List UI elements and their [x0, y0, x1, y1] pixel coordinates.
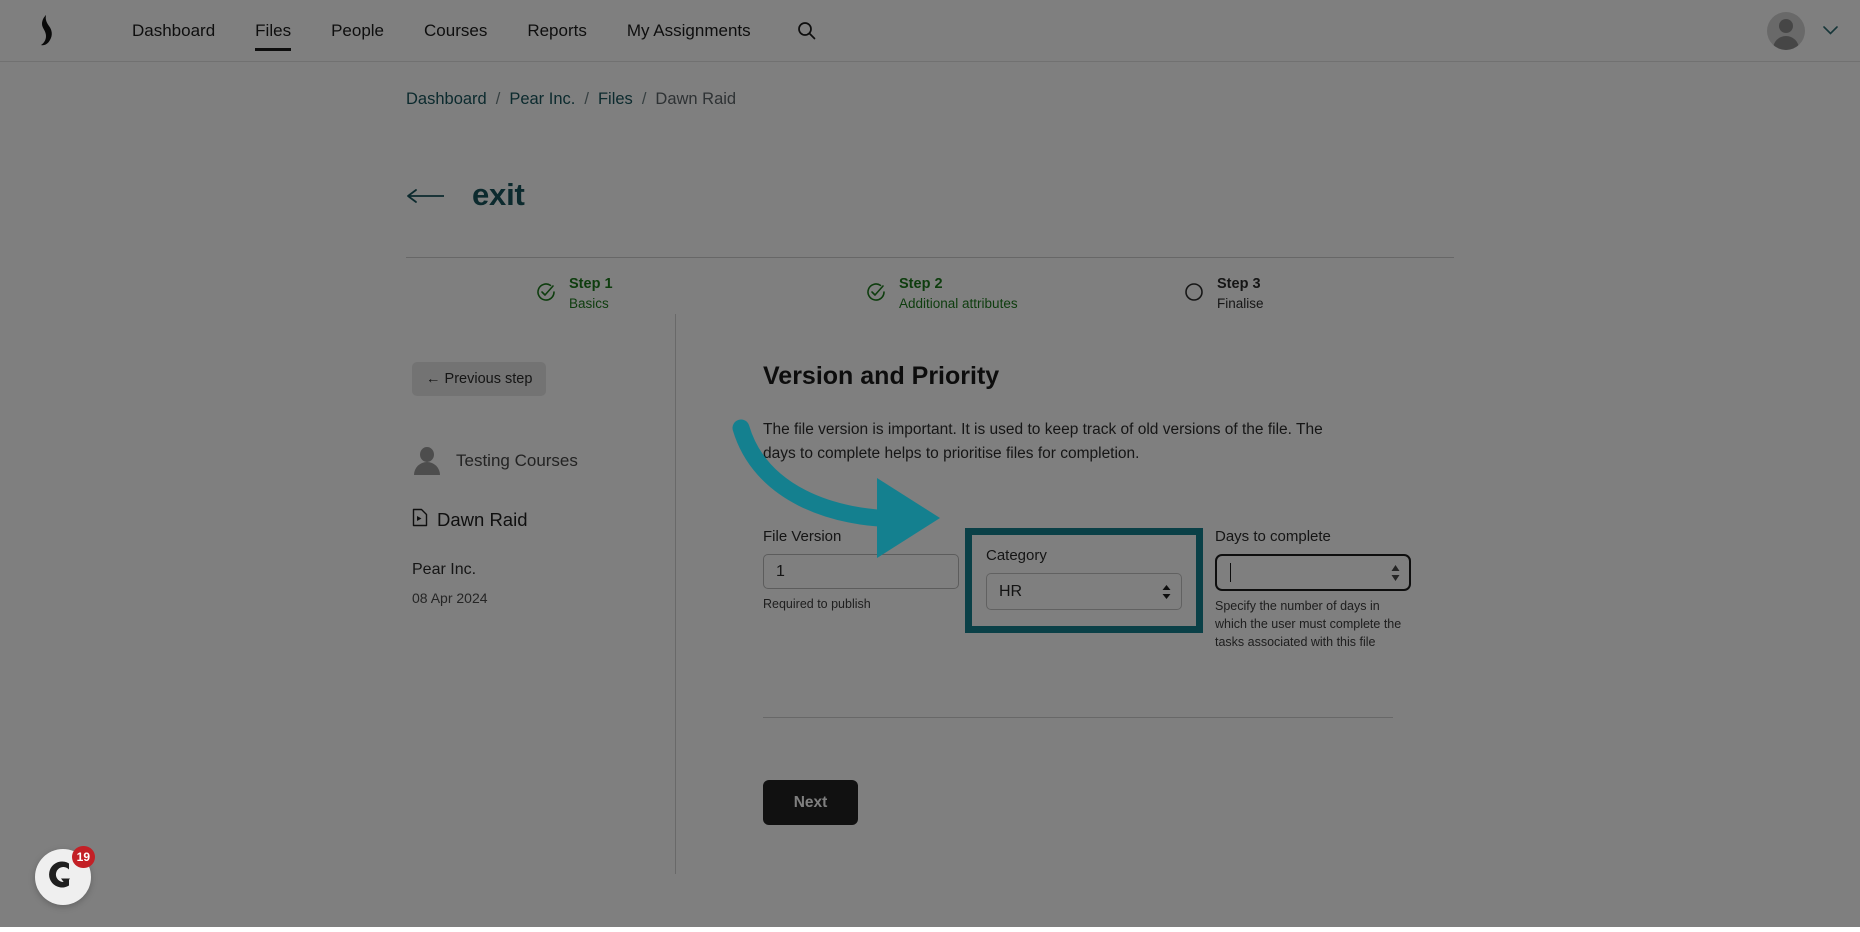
owner-avatar-icon: [412, 446, 442, 476]
days-to-complete-field: Days to complete Specify the number of d…: [1215, 528, 1411, 651]
nav-item-files[interactable]: Files: [235, 0, 311, 61]
category-highlight-box: Category HR: [965, 528, 1203, 633]
breadcrumb-item-files[interactable]: Files: [598, 90, 633, 109]
nav-item-reports[interactable]: Reports: [507, 0, 607, 61]
exit-link[interactable]: exit: [406, 177, 525, 213]
step-subtitle: Additional attributes: [899, 296, 1018, 311]
category-select[interactable]: HR: [986, 573, 1182, 610]
step-3[interactable]: Step 3 Finalise: [1136, 274, 1454, 314]
notification-badge: 19: [71, 846, 95, 868]
step-subtitle: Basics: [569, 296, 609, 311]
help-chat-widget[interactable]: 19: [35, 846, 95, 905]
owner-row: Testing Courses: [412, 446, 662, 476]
organisation-date: 08 Apr 2024: [412, 590, 488, 606]
owner-name: Testing Courses: [456, 451, 578, 470]
top-navigation-bar: Dashboard Files People Courses Reports M…: [0, 0, 1860, 62]
empty-circle-icon: [1184, 282, 1204, 307]
select-stepper-icon: [1162, 584, 1171, 599]
step-1[interactable]: Step 1 Basics: [406, 274, 806, 314]
nav-item-label: Files: [255, 20, 292, 40]
breadcrumb-separator: /: [584, 90, 589, 108]
breadcrumb: Dashboard / Pear Inc. / Files / Dawn Rai…: [406, 90, 736, 109]
page-title: Version and Priority: [763, 362, 1000, 390]
nav-item-courses[interactable]: Courses: [404, 0, 507, 61]
previous-step-button[interactable]: ← Previous step: [412, 362, 547, 396]
nav-item-label: People: [331, 20, 385, 40]
next-button[interactable]: Next: [763, 780, 858, 825]
version-input[interactable]: [763, 554, 959, 589]
wizard-sidebar: ← Previous step Testing Courses Dawn Rai…: [412, 362, 662, 606]
breadcrumb-item-current: Dawn Raid: [655, 90, 737, 108]
category-field: Category HR: [986, 547, 1182, 610]
form-divider: [763, 717, 1393, 718]
breadcrumb-separator: /: [641, 90, 647, 108]
breadcrumb-separator: /: [495, 90, 501, 108]
nav-item-dashboard[interactable]: Dashboard: [112, 0, 235, 61]
user-avatar-icon[interactable]: [1767, 11, 1805, 50]
version-label: File Version: [763, 528, 842, 545]
wizard-main-panel: Version and Priority The file version is…: [763, 362, 1463, 825]
step-title: Step 2: [899, 276, 943, 292]
primary-nav: Dashboard Files People Courses Reports M…: [112, 0, 816, 61]
step-subtitle: Finalise: [1217, 296, 1264, 311]
breadcrumb-item-dashboard[interactable]: Dashboard: [406, 90, 487, 109]
nav-right-group: [1767, 11, 1838, 50]
back-arrow-icon: [406, 182, 446, 208]
category-select-value: HR: [986, 573, 1182, 610]
file-document-icon: [412, 508, 428, 532]
organisation-name: Pear Inc.: [412, 561, 477, 578]
search-icon[interactable]: [797, 21, 816, 40]
nav-item-my-assignments[interactable]: My Assignments: [607, 0, 771, 61]
days-input[interactable]: [1215, 554, 1411, 591]
file-row: Dawn Raid: [412, 508, 662, 532]
breadcrumb-item-pear-inc[interactable]: Pear Inc.: [509, 90, 575, 109]
form-description: The file version is important. It is use…: [763, 421, 1323, 463]
nav-item-people[interactable]: People: [311, 0, 404, 61]
step-title: Step 1: [569, 276, 613, 292]
file-name: Dawn Raid: [437, 509, 528, 530]
column-divider: [675, 314, 676, 874]
chevron-down-icon[interactable]: [1823, 22, 1838, 40]
days-input-wrapper[interactable]: [1215, 554, 1411, 591]
exit-label: exit: [472, 177, 525, 212]
version-field: File Version Required to publish: [763, 528, 959, 613]
brand-logo-icon[interactable]: [16, 14, 76, 48]
nav-item-label: Dashboard: [132, 20, 216, 40]
step-title: Step 3: [1217, 276, 1261, 292]
check-circle-icon: [866, 282, 886, 307]
nav-item-label: Courses: [424, 20, 488, 40]
nav-item-label: My Assignments: [626, 20, 751, 40]
app-page: Dashboard Files People Courses Reports M…: [0, 0, 1860, 927]
text-caret: [1230, 563, 1231, 582]
step-2[interactable]: Step 2 Additional attributes: [806, 274, 1136, 314]
nav-item-label: Reports: [527, 20, 587, 40]
form-fields-row: File Version Required to publish Categor…: [763, 528, 1411, 651]
number-stepper-icon[interactable]: [1391, 564, 1400, 581]
days-label: Days to complete: [1215, 528, 1331, 545]
check-circle-icon: [536, 282, 556, 307]
version-help-text: Required to publish: [763, 597, 871, 611]
step-indicator: Step 1 Basics Step 2 Additional attribut…: [406, 258, 1454, 330]
days-help-text: Specify the number of days in which the …: [1215, 599, 1402, 650]
category-label: Category: [986, 547, 1047, 564]
